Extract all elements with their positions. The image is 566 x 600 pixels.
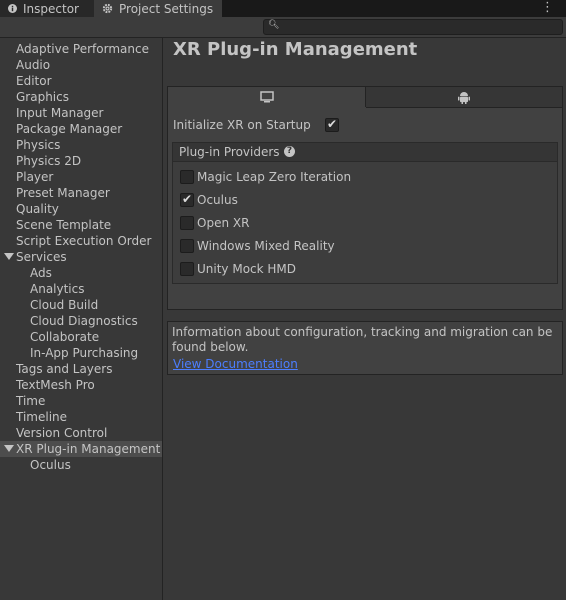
tab-project-settings[interactable]: Project Settings: [94, 0, 222, 17]
sidebar-item-player[interactable]: Player: [0, 169, 162, 185]
provider-label: Unity Mock HMD: [197, 262, 297, 276]
monitor-icon: [259, 91, 274, 106]
provider-open-xr: Open XR: [173, 214, 557, 232]
sidebar-item-physics[interactable]: Physics: [0, 137, 162, 153]
tab-android-platform[interactable]: [366, 87, 562, 108]
sidebar-item-preset-manager[interactable]: Preset Manager: [0, 185, 162, 201]
provider-label: Open XR: [197, 216, 250, 230]
plugin-providers-box: Plug-in Providers ? Magic Leap Zero Iter…: [172, 142, 558, 284]
provider-checkbox[interactable]: [180, 239, 194, 253]
info-text: Information about configuration, trackin…: [172, 325, 553, 354]
sidebar-item-audio[interactable]: Audio: [0, 57, 162, 73]
provider-checkbox[interactable]: [180, 216, 194, 230]
provider-magic-leap-zero-iteration: Magic Leap Zero Iteration: [173, 168, 557, 186]
sidebar-item-xr-plugin-management[interactable]: XR Plug-in Management: [0, 441, 162, 457]
sidebar-item-textmesh-pro[interactable]: TextMesh Pro: [0, 377, 162, 393]
search-icon: 🔍︎: [268, 20, 280, 30]
initialize-xr-label: Initialize XR on Startup: [173, 118, 311, 132]
sidebar-item-collaborate[interactable]: Collaborate: [0, 329, 162, 345]
sidebar-item-cloud-diagnostics[interactable]: Cloud Diagnostics: [0, 313, 162, 329]
plugin-providers-title: Plug-in Providers: [179, 145, 280, 159]
info-box: Information about configuration, trackin…: [167, 321, 563, 375]
tab-inspector-label: Inspector: [23, 1, 79, 16]
provider-oculus: ✔ Oculus: [173, 191, 557, 209]
android-icon: [458, 91, 470, 107]
sidebar-item-package-manager[interactable]: Package Manager: [0, 121, 162, 137]
view-documentation-link[interactable]: View Documentation: [173, 357, 298, 371]
sidebar-item-graphics[interactable]: Graphics: [0, 89, 162, 105]
sidebar-item-services[interactable]: Services: [0, 249, 162, 265]
check-icon: ✔: [327, 117, 338, 131]
search-bar-row: 🔍︎: [0, 17, 566, 38]
tab-project-settings-label: Project Settings: [119, 1, 214, 16]
sidebar-item-adaptive-performance[interactable]: Adaptive Performance: [0, 41, 162, 57]
expand-triangle-icon[interactable]: [4, 445, 14, 452]
sidebar-item-editor[interactable]: Editor: [0, 73, 162, 89]
sidebar-item-ads[interactable]: Ads: [0, 265, 162, 281]
provider-label: Magic Leap Zero Iteration: [197, 170, 352, 184]
provider-label: Windows Mixed Reality: [197, 239, 335, 253]
info-icon: [8, 4, 17, 13]
sidebar-item-oculus[interactable]: Oculus: [0, 457, 162, 473]
settings-sidebar: Adaptive Performance Audio Editor Graphi…: [0, 38, 163, 600]
expand-triangle-icon[interactable]: [4, 253, 14, 260]
check-icon: ✔: [182, 192, 193, 206]
initialize-xr-checkbox[interactable]: ✔: [325, 117, 339, 132]
sidebar-item-physics-2d[interactable]: Physics 2D: [0, 153, 162, 169]
sidebar-item-scene-template[interactable]: Scene Template: [0, 217, 162, 233]
sidebar-item-analytics[interactable]: Analytics: [0, 281, 162, 297]
page-title: XR Plug-in Management: [173, 39, 418, 60]
window-tab-bar: Inspector Project Settings ⋮: [0, 0, 566, 17]
provider-label: Oculus: [197, 193, 238, 207]
tab-standalone-platform[interactable]: [168, 87, 366, 107]
sidebar-item-timeline[interactable]: Timeline: [0, 409, 162, 425]
sidebar-item-in-app-purchasing[interactable]: In-App Purchasing: [0, 345, 162, 361]
help-icon[interactable]: ?: [284, 146, 295, 157]
provider-unity-mock-hmd: Unity Mock HMD: [173, 260, 557, 278]
gear-icon: [102, 3, 113, 14]
sidebar-item-tags-and-layers[interactable]: Tags and Layers: [0, 361, 162, 377]
platform-settings-panel: Initialize XR on Startup ✔ Plug-in Provi…: [167, 86, 563, 310]
sidebar-item-input-manager[interactable]: Input Manager: [0, 105, 162, 121]
provider-checkbox[interactable]: ✔: [180, 192, 194, 207]
sidebar-item-cloud-build[interactable]: Cloud Build: [0, 297, 162, 313]
sidebar-item-quality[interactable]: Quality: [0, 201, 162, 217]
tab-inspector[interactable]: Inspector: [0, 0, 94, 17]
sidebar-item-time[interactable]: Time: [0, 393, 162, 409]
more-options-icon[interactable]: ⋮: [541, 1, 554, 15]
sidebar-item-script-execution-order[interactable]: Script Execution Order: [0, 233, 162, 249]
search-input[interactable]: 🔍︎: [263, 19, 563, 35]
sidebar-item-version-control[interactable]: Version Control: [0, 425, 162, 441]
plugin-providers-header: Plug-in Providers ?: [173, 143, 557, 162]
provider-windows-mixed-reality: Windows Mixed Reality: [173, 237, 557, 255]
provider-checkbox[interactable]: [180, 170, 194, 184]
provider-checkbox[interactable]: [180, 262, 194, 276]
